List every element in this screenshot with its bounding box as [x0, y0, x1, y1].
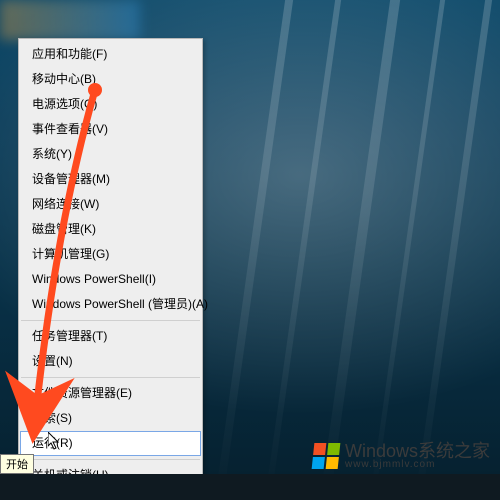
light-ray: [415, 0, 492, 500]
menu-event-viewer[interactable]: 事件查看器(V): [20, 117, 201, 142]
menu-separator: [21, 377, 200, 378]
menu-settings[interactable]: 设置(N): [20, 349, 201, 374]
menu-file-explorer[interactable]: 文件资源管理器(E): [20, 381, 201, 406]
menu-device-manager[interactable]: 设备管理器(M): [20, 167, 201, 192]
menu-network-connections[interactable]: 网络连接(W): [20, 192, 201, 217]
brand-url: www.bjmmlv.com: [345, 460, 490, 470]
light-ray: [320, 0, 400, 500]
menu-disk-management[interactable]: 磁盘管理(K): [20, 217, 201, 242]
desktop-background: 应用和功能(F) 移动中心(B) 电源选项(O) 事件查看器(V) 系统(Y) …: [0, 0, 500, 500]
menu-system[interactable]: 系统(Y): [20, 142, 201, 167]
windows-logo-icon: [312, 443, 341, 469]
brand-title: Windows系统之家: [345, 442, 490, 460]
watermark-brand: Windows系统之家 www.bjmmlv.com: [313, 442, 490, 470]
menu-computer-management[interactable]: 计算机管理(G): [20, 242, 201, 267]
menu-task-manager[interactable]: 任务管理器(T): [20, 324, 201, 349]
menu-apps-and-features[interactable]: 应用和功能(F): [20, 42, 201, 67]
menu-powershell[interactable]: Windows PowerShell(I): [20, 267, 201, 292]
menu-mobility-center[interactable]: 移动中心(B): [20, 67, 201, 92]
menu-separator: [21, 459, 200, 460]
taskbar[interactable]: [0, 474, 500, 500]
start-tooltip: 开始: [0, 454, 34, 474]
menu-search[interactable]: 搜索(S): [20, 406, 201, 431]
menu-separator: [21, 320, 200, 321]
winx-context-menu[interactable]: 应用和功能(F) 移动中心(B) 电源选项(O) 事件查看器(V) 系统(Y) …: [18, 38, 203, 500]
menu-run[interactable]: 运行(R): [20, 431, 201, 456]
blurred-desktop-icons: [0, 0, 140, 40]
menu-powershell-admin[interactable]: Windows PowerShell (管理员)(A): [20, 292, 201, 317]
menu-power-options[interactable]: 电源选项(O): [20, 92, 201, 117]
